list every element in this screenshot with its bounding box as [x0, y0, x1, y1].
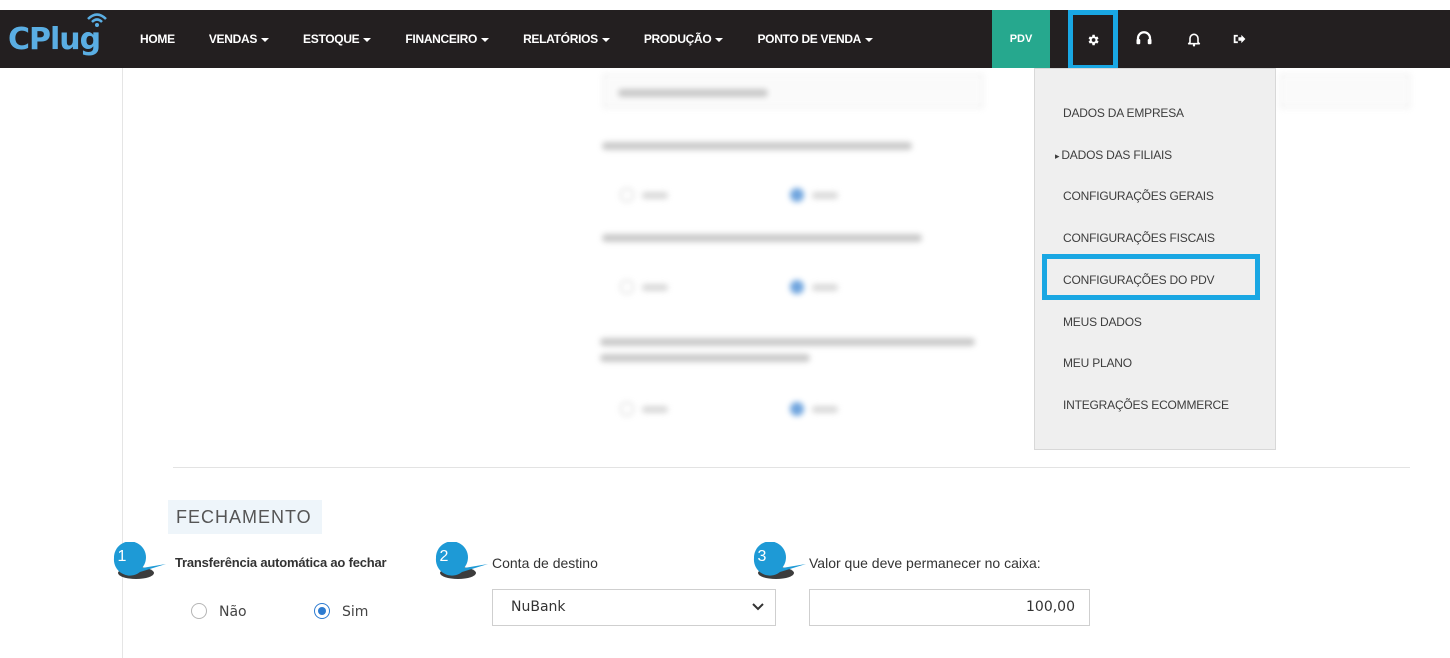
step-badge-2: 2 [428, 542, 488, 579]
radio-nao[interactable] [191, 603, 207, 619]
caret-down-icon [715, 37, 724, 42]
nav-vendas[interactable]: VENDAS [208, 32, 270, 46]
menu-item-label: CONFIGURAÇÕES FISCAIS [1063, 231, 1215, 245]
caret-down-icon [363, 37, 372, 42]
menu-item-meu-plano[interactable]: MEU PLANO [1063, 356, 1132, 370]
caret-down-icon [261, 37, 270, 42]
nav-producao[interactable]: PRODUÇÃO [644, 32, 724, 46]
radio-sim-label[interactable]: Sim [342, 604, 368, 620]
blurred-text [618, 89, 768, 97]
logout-button[interactable] [1228, 28, 1250, 50]
nav-relatorios[interactable]: RELATÓRIOS [523, 32, 610, 46]
blurred-text [642, 284, 668, 291]
blurred-radio [790, 402, 804, 416]
blurred-radio [790, 280, 804, 294]
menu-item-dados-empresa[interactable]: DADOS DA EMPRESA [1063, 106, 1184, 120]
select-value: NuBank [511, 599, 566, 615]
step-number: 3 [757, 548, 767, 565]
section-title-fechamento: FECHAMENTO [168, 500, 322, 534]
menu-item-configuracoes-fiscais[interactable]: CONFIGURAÇÕES FISCAIS [1063, 231, 1215, 245]
blurred-text [812, 284, 838, 291]
label-valor-caixa: Valor que deve permanecer no caixa: [809, 555, 1041, 571]
menu-item-label: CONFIGURAÇÕES GERAIS [1063, 189, 1214, 203]
radio-nao-label[interactable]: Não [219, 604, 247, 620]
nav-home[interactable]: HOME [140, 32, 175, 46]
blurred-text [602, 234, 922, 242]
blurred-select [1280, 74, 1410, 108]
nav-relatorios-label: RELATÓRIOS [523, 32, 598, 46]
submenu-arrow-icon: ▸ [1055, 151, 1060, 161]
settings-button[interactable] [1068, 10, 1118, 70]
section-divider [173, 467, 1410, 468]
blurred-text [812, 406, 838, 413]
step-badge-3: 3 [746, 542, 806, 579]
menu-item-label: MEUS DADOS [1063, 315, 1142, 329]
blurred-text [600, 338, 975, 346]
menu-item-meus-dados[interactable]: MEUS DADOS [1063, 315, 1142, 329]
caret-down-icon [601, 37, 610, 42]
nav-financeiro[interactable]: FINANCEIRO [405, 32, 490, 46]
radio-sim[interactable] [314, 603, 330, 619]
menu-item-dados-filiais[interactable]: ▸ DADOS DAS FILIAIS [1055, 148, 1172, 162]
nav-estoque[interactable]: ESTOQUE [303, 32, 372, 46]
nav-home-label: HOME [140, 32, 175, 46]
blurred-radio [620, 188, 634, 202]
caret-down-icon [865, 37, 874, 42]
blurred-text [642, 192, 668, 199]
label-conta-destino: Conta de destino [492, 555, 598, 571]
support-button[interactable] [1133, 28, 1155, 50]
label-transferencia-automatica: Transferência automática ao fechar [175, 555, 387, 570]
nav-ponto-de-venda-label: PONTO DE VENDA [757, 32, 862, 46]
nav-ponto-de-venda[interactable]: PONTO DE VENDA [757, 32, 874, 46]
step-badge-1: 1 [106, 542, 166, 579]
chevron-down-icon [752, 603, 764, 611]
menu-item-configuracoes-gerais[interactable]: CONFIGURAÇÕES GERAIS [1063, 189, 1214, 203]
section-title-text: FECHAMENTO [176, 506, 312, 527]
cplug-logo[interactable]: CPlug [8, 13, 116, 58]
bell-icon [1187, 33, 1201, 47]
blurred-radio [790, 188, 804, 202]
logout-icon [1233, 34, 1246, 44]
highlight-box-configuracoes-pdv [1042, 254, 1260, 300]
caret-down-icon [481, 37, 490, 42]
top-navbar: CPlug HOME VENDAS ESTOQUE FINANCEIRO REL… [0, 10, 1450, 70]
blurred-radio [620, 402, 634, 416]
nav-estoque-label: ESTOQUE [303, 32, 360, 46]
nav-producao-label: PRODUÇÃO [643, 32, 712, 46]
blurred-text [600, 354, 810, 362]
support-icon [1136, 31, 1152, 45]
nav-vendas-label: VENDAS [208, 32, 258, 46]
menu-item-integracoes-ecommerce[interactable]: INTEGRAÇÕES ECOMMERCE [1063, 398, 1229, 412]
step-number: 2 [439, 548, 449, 565]
step-number: 1 [117, 548, 127, 565]
blurred-text [812, 192, 838, 199]
conta-destino-select[interactable]: NuBank [492, 589, 776, 626]
notifications-button[interactable] [1183, 28, 1205, 50]
menu-item-label: MEU PLANO [1063, 356, 1132, 370]
menu-item-label: DADOS DA EMPRESA [1063, 106, 1184, 120]
valor-caixa-input[interactable]: 100,00 [809, 589, 1090, 626]
menu-item-label: DADOS DAS FILIAIS [1061, 148, 1172, 162]
main-nav: HOME VENDAS ESTOQUE FINANCEIRO RELATÓRIO… [140, 10, 907, 68]
menu-item-label: INTEGRAÇÕES ECOMMERCE [1063, 398, 1229, 412]
blurred-text [642, 406, 668, 413]
blurred-radio [620, 280, 634, 294]
nav-financeiro-label: FINANCEIRO [405, 32, 478, 46]
wifi-icon [87, 13, 107, 27]
blurred-text [602, 142, 912, 150]
pdv-button[interactable]: PDV [992, 10, 1050, 68]
gear-icon [1088, 34, 1099, 46]
input-value: 100,00 [1026, 599, 1075, 615]
pdv-label: PDV [1009, 33, 1033, 45]
